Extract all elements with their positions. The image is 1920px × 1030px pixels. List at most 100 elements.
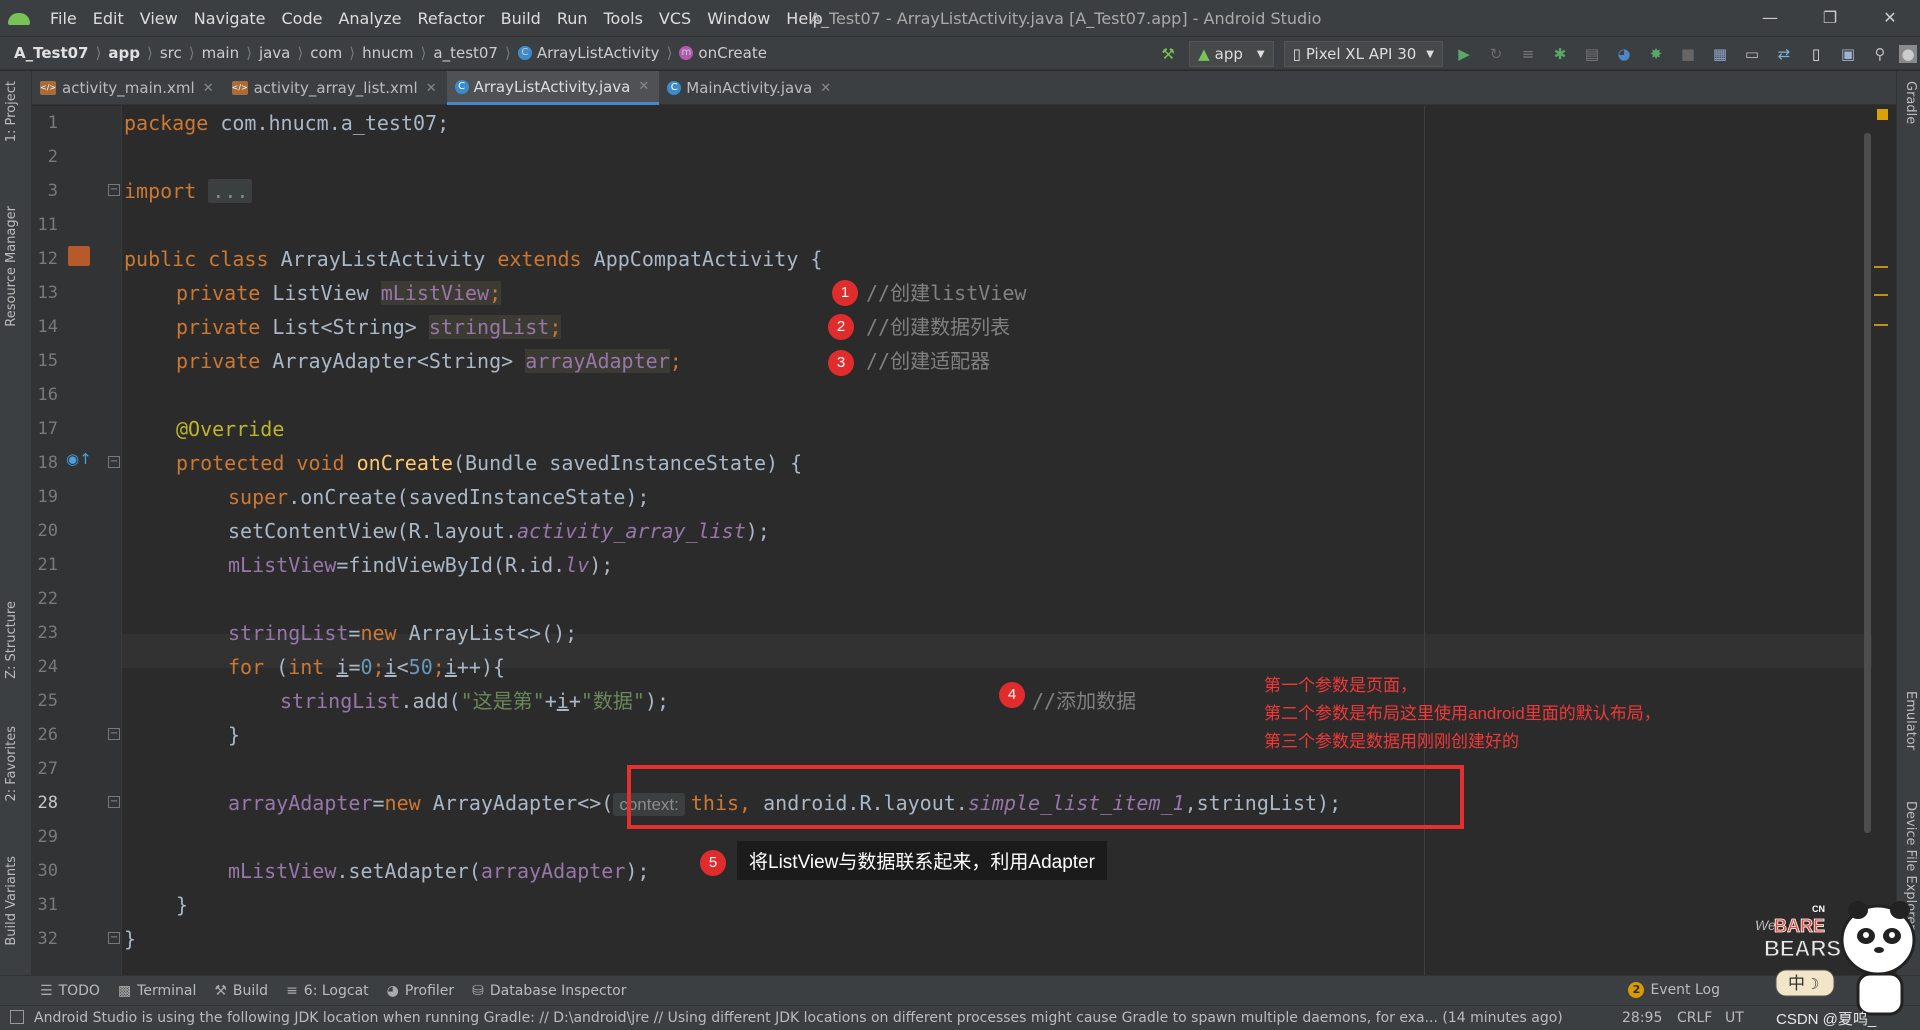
todo-tool-button[interactable]: ☰ TODO (40, 983, 100, 999)
menu-window[interactable]: Window (699, 9, 778, 28)
menu-build[interactable]: Build (493, 9, 549, 28)
resource-manager-tool-button[interactable]: Resource Manager (4, 206, 19, 327)
breadcrumb-method[interactable]: onCreate (698, 44, 767, 62)
status-message[interactable]: Android Studio is using the following JD… (34, 1010, 1614, 1026)
line-number: 19 (37, 487, 58, 507)
menu-refactor[interactable]: Refactor (410, 9, 493, 28)
build-variants-tool-button[interactable]: Build Variants (4, 856, 19, 946)
project-structure-icon[interactable]: ▦ (1707, 43, 1733, 65)
highlight-marker[interactable] (1874, 266, 1888, 268)
tab-main-activity-java[interactable]: C MainActivity.java ✕ (659, 71, 841, 105)
avd-manager-icon[interactable]: ▭ (1739, 43, 1765, 65)
breadcrumb-module[interactable]: app (108, 44, 140, 62)
close-icon[interactable]: ✕ (1860, 0, 1920, 36)
hammer-icon[interactable]: ⚒ (1155, 43, 1181, 65)
fold-marker-icon[interactable]: − (108, 932, 120, 944)
structure-tool-button[interactable]: Z: Structure (4, 601, 19, 679)
minimize-icon[interactable]: — (1740, 0, 1800, 36)
profiler-icon[interactable]: ◕ (1611, 43, 1637, 65)
line-number: 30 (37, 861, 58, 881)
emulator-tool-button[interactable]: Emulator (1903, 691, 1918, 750)
menu-analyze[interactable]: Analyze (330, 9, 409, 28)
chevron-right-icon: ⟩ (297, 44, 304, 62)
menu-edit[interactable]: Edit (85, 9, 132, 28)
terminal-tool-button[interactable]: ▩ Terminal (118, 983, 196, 999)
line-number: 23 (37, 623, 58, 643)
tab-activity-main-xml[interactable]: </> activity_main.xml ✕ (32, 71, 224, 105)
line-number: 15 (37, 351, 58, 371)
apply-changes-icon[interactable]: ≡ (1515, 43, 1541, 65)
breadcrumb-java[interactable]: java (259, 44, 290, 62)
close-tab-icon[interactable]: ✕ (638, 79, 649, 94)
attach-process-icon[interactable]: ✸ (1643, 43, 1669, 65)
device-manager-icon[interactable]: ▯ (1803, 43, 1829, 65)
tab-activity-array-list-xml[interactable]: </> activity_array_list.xml ✕ (224, 71, 447, 105)
line-number: 25 (37, 691, 58, 711)
dropdown-arrow-icon: ▼ (1426, 48, 1434, 60)
layout-file-icon[interactable] (68, 246, 90, 266)
highlight-marker[interactable] (1874, 294, 1888, 296)
fold-marker-icon[interactable]: − (108, 456, 120, 468)
breadcrumb-package[interactable]: a_test07 (433, 44, 498, 62)
menu-code[interactable]: Code (274, 9, 331, 28)
rerun-icon[interactable]: ↻ (1483, 43, 1509, 65)
android-studio-window: File Edit View Navigate Code Analyze Ref… (0, 0, 1920, 1030)
warning-indicator-icon[interactable] (1877, 109, 1888, 120)
breadcrumb-class[interactable]: ArrayListActivity (537, 44, 660, 62)
debug-icon[interactable]: ✱ (1547, 43, 1573, 65)
build-tool-button[interactable]: ⚒ Build (214, 983, 268, 999)
breadcrumb-src[interactable]: src (160, 44, 182, 62)
breadcrumb-project[interactable]: A_Test07 (14, 44, 89, 62)
sync-gradle-icon[interactable]: ⇄ (1771, 43, 1797, 65)
stop-icon[interactable]: ■ (1675, 43, 1701, 65)
run-icon[interactable]: ▶ (1451, 43, 1477, 65)
watermark-char: 中 (1788, 974, 1805, 994)
project-tool-button[interactable]: 1: Project (4, 81, 19, 142)
step-badge-5: 5 (700, 850, 726, 876)
event-log-button[interactable]: 2 Event Log (1628, 982, 1720, 998)
restore-icon[interactable]: ❐ (1800, 0, 1860, 36)
editor-scrollbar[interactable] (1862, 113, 1872, 847)
breadcrumb-main[interactable]: main (202, 44, 239, 62)
database-inspector-tool-button[interactable]: ⛁ Database Inspector (472, 983, 626, 999)
menu-view[interactable]: View (132, 9, 186, 28)
comment-create-adapter: //创建适配器 (866, 349, 991, 373)
caret-position[interactable]: 28:95 (1622, 1010, 1662, 1026)
menu-run[interactable]: Run (549, 9, 596, 28)
device-select[interactable]: ▯ Pixel XL API 30 ▼ (1283, 41, 1443, 67)
logcat-tool-button[interactable]: ≡ 6: Logcat (286, 983, 369, 999)
hammer-icon: ⚒ (214, 982, 227, 999)
folded-imports[interactable]: ... (208, 179, 253, 203)
user-icon[interactable]: ● (1899, 45, 1917, 63)
status-toggle-icon[interactable] (10, 1010, 24, 1024)
menu-vcs[interactable]: VCS (651, 9, 699, 28)
fold-marker-icon[interactable]: − (108, 184, 120, 196)
close-tab-icon[interactable]: ✕ (203, 81, 214, 96)
close-tab-icon[interactable]: ✕ (426, 81, 437, 96)
breadcrumb-hnucm[interactable]: hnucm (362, 44, 413, 62)
search-icon[interactable]: ⚲ (1867, 43, 1893, 65)
menu-tools[interactable]: Tools (596, 9, 651, 28)
tab-label: activity_array_list.xml (253, 79, 418, 97)
highlight-marker[interactable] (1874, 324, 1888, 326)
tab-array-list-activity-java[interactable]: C ArrayListActivity.java ✕ (446, 71, 660, 105)
profiler-tool-button[interactable]: ◕ Profiler (387, 983, 455, 999)
menu-navigate[interactable]: Navigate (186, 9, 274, 28)
menu-file[interactable]: File (42, 9, 85, 28)
gradle-tool-button[interactable]: Gradle (1903, 81, 1918, 124)
run-config-select[interactable]: ▲ app ▼ (1189, 41, 1274, 67)
fold-marker-icon[interactable]: − (108, 796, 120, 808)
favorites-tool-button[interactable]: 2: Favorites (4, 726, 19, 802)
tab-label: MainActivity.java (686, 79, 813, 97)
status-bar: Android Studio is using the following JD… (0, 1005, 1920, 1030)
attach-debugger-icon[interactable]: ▤ (1579, 43, 1605, 65)
line-separator[interactable]: CRLF (1677, 1010, 1712, 1026)
sdk-manager-icon[interactable]: ▣ (1835, 43, 1861, 65)
file-encoding[interactable]: UT (1725, 1010, 1744, 1026)
close-tab-icon[interactable]: ✕ (820, 81, 831, 96)
breadcrumb-com[interactable]: com (310, 44, 342, 62)
scrollbar-thumb[interactable] (1864, 133, 1871, 833)
fold-marker-icon[interactable]: − (108, 728, 120, 740)
override-gutter-icon[interactable]: ◉↑ (66, 450, 92, 470)
step-badge-4: 4 (999, 682, 1025, 708)
